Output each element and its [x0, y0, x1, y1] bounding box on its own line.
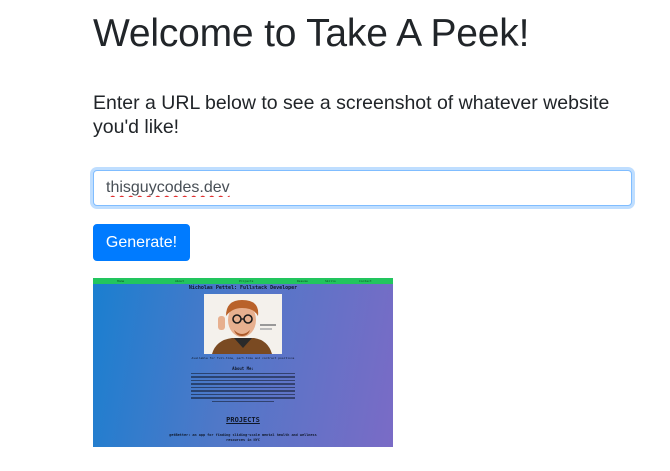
about-heading: About Me: [232, 366, 254, 371]
about-paragraph [191, 373, 295, 417]
screenshot-navbar: Home About Projects Resume Skills Contac… [93, 278, 393, 284]
generate-button[interactable]: Generate! [93, 224, 190, 261]
project-line-1: getBetter: an app for finding sliding-sc… [169, 433, 317, 437]
project-line-2: resources in NYC [226, 438, 260, 442]
screenshot-nav-item: Contact [359, 279, 372, 283]
profile-photo [204, 294, 282, 354]
intro-text: Enter a URL below to see a screenshot of… [93, 92, 610, 138]
screenshot-nav-item: About [175, 279, 185, 283]
photo-caption: Available for full-time, part-time and c… [191, 356, 295, 360]
page-title: Welcome to Take A Peek! [93, 12, 530, 55]
profile-photo-image [204, 294, 282, 354]
screenshot-nav-item: Projects [239, 279, 254, 283]
screenshot-nav-item: Skills [325, 279, 336, 283]
screenshot-heading: Nicholas Pettel: Fullstack Developer [188, 285, 298, 291]
projects-heading: PROJECTS [226, 416, 260, 424]
screenshot-nav-item: Home [117, 279, 125, 283]
website-screenshot: Home About Projects Resume Skills Contac… [93, 278, 393, 447]
screenshot-nav-item: Resume [297, 279, 308, 283]
url-input[interactable] [93, 170, 632, 206]
